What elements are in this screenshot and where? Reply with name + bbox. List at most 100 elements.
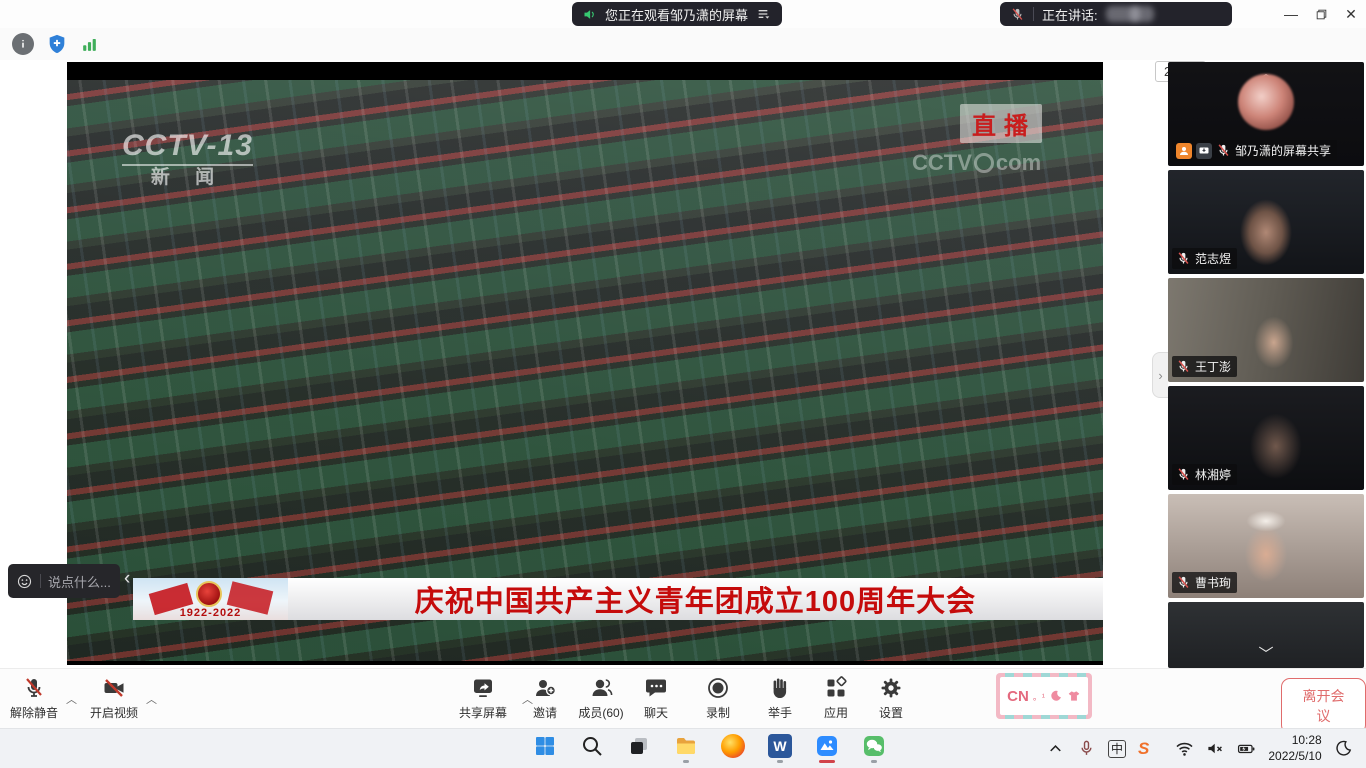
participant-tile[interactable]: 曹书珣	[1168, 494, 1364, 598]
participant-label: 邹乃潇的屏幕共享	[1172, 140, 1337, 161]
chat-collapse-icon[interactable]: ‹	[124, 568, 130, 590]
running-indicator	[683, 760, 689, 763]
running-indicator	[871, 760, 877, 763]
settings-button[interactable]: 设置	[863, 676, 919, 721]
close-button[interactable]: ✕	[1336, 0, 1366, 28]
participant-name: 林湘婷	[1195, 466, 1231, 483]
avatar	[1238, 74, 1294, 130]
title-bar: 您正在观看邹乃潇的屏幕 正在讲话: — ✕	[0, 0, 1366, 28]
speaking-label: 正在讲话:	[1042, 5, 1098, 24]
ime-punct-label: 。¹	[1033, 690, 1045, 703]
search-icon	[580, 734, 604, 758]
cctv-com-watermark: CCTV com	[912, 150, 1041, 176]
raise-hand-button[interactable]: 举手	[752, 676, 808, 721]
participant-name: 范志煜	[1195, 250, 1231, 267]
security-shield-icon[interactable]	[46, 33, 68, 60]
settings-gear-icon	[879, 676, 903, 700]
participant-label: 范志煜	[1172, 248, 1237, 269]
participant-tile[interactable]: 范志煜	[1168, 170, 1364, 274]
sogou-input-icon[interactable]: S	[1138, 739, 1149, 759]
restore-icon	[1315, 8, 1328, 21]
banner-title: 庆祝中国共产主义青年团成立100周年大会	[288, 578, 1103, 620]
meeting-app-icon	[815, 734, 839, 758]
record-button[interactable]: 录制	[690, 676, 746, 721]
youth-league-emblem: 1922-2022	[133, 578, 288, 620]
volume-muted-icon[interactable]	[1206, 739, 1225, 758]
chat-quick-input[interactable]: 说点什么...	[8, 564, 120, 598]
speaker-on-icon	[582, 7, 597, 22]
firefox-button[interactable]	[720, 733, 746, 759]
participant-label: 曹书珣	[1172, 572, 1237, 593]
share-screen-button[interactable]: 共享屏幕	[448, 676, 518, 721]
shirt-icon	[1067, 689, 1081, 703]
minimize-button[interactable]: —	[1276, 0, 1306, 28]
apps-icon	[824, 676, 848, 700]
scroll-down-icon[interactable]: ﹀	[1258, 647, 1273, 662]
ime-mode-indicator[interactable]: 中	[1108, 740, 1126, 758]
start-button[interactable]	[532, 733, 558, 759]
invite-button[interactable]: 邀请	[517, 676, 573, 721]
restore-button[interactable]	[1306, 0, 1336, 28]
divider	[1033, 7, 1034, 21]
cctv-ring-logo	[974, 153, 994, 173]
task-view-button[interactable]	[626, 733, 652, 759]
wifi-icon[interactable]	[1175, 739, 1194, 758]
meeting-app-button[interactable]	[814, 733, 840, 759]
live-badge: 直播	[960, 104, 1042, 143]
raise-hand-icon	[768, 676, 792, 700]
ime-indicator[interactable]: CN 。¹	[996, 673, 1092, 719]
camera-muted-icon	[102, 676, 126, 700]
windows-logo-icon	[533, 734, 557, 758]
meeting-status-bar: 28:29 演讲者视图 ▾	[0, 28, 1366, 60]
taskbar-date: 2022/5/10	[1268, 749, 1321, 765]
chat-placeholder: 说点什么...	[48, 572, 111, 591]
word-button[interactable]: W	[767, 733, 793, 759]
start-video-button[interactable]: 开启视频	[82, 676, 146, 721]
shared-screen-video: CCTV-13 新 闻 直播 CCTV com 1922-2022 庆祝中国共产…	[67, 62, 1103, 665]
participant-tile-screen-share[interactable]: ︿ 邹乃潇的屏幕共享	[1168, 62, 1364, 166]
info-icon[interactable]	[12, 33, 34, 55]
network-signal-icon[interactable]	[80, 35, 99, 59]
leave-meeting-button[interactable]: 离开会议	[1281, 678, 1366, 734]
speaking-pill: 正在讲话:	[1000, 2, 1232, 26]
broadcast-banner: 1922-2022 庆祝中国共产主义青年团成立100周年大会	[133, 578, 1103, 620]
watching-screen-pill[interactable]: 您正在观看邹乃潇的屏幕	[572, 2, 782, 26]
participant-name: 王丁澎	[1195, 358, 1231, 375]
share-screen-icon	[471, 676, 495, 700]
apps-button[interactable]: 应用	[808, 676, 864, 721]
ime-lang-label: CN	[1007, 688, 1029, 705]
battery-charging-icon[interactable]	[1237, 739, 1256, 758]
camera-options-chevron[interactable]: ︿	[146, 691, 157, 707]
running-indicator	[777, 760, 783, 763]
members-icon	[589, 676, 613, 700]
taskbar-clock[interactable]: 10:28 2022/5/10	[1268, 733, 1321, 764]
taskbar-search[interactable]	[579, 733, 605, 759]
mic-muted-icon	[1216, 143, 1231, 158]
anniversary-years: 1922-2022	[133, 607, 288, 619]
file-explorer-button[interactable]	[673, 733, 699, 759]
taskbar-time: 10:28	[1268, 733, 1321, 749]
word-icon: W	[768, 734, 792, 758]
mic-muted-icon	[22, 676, 46, 700]
mic-options-chevron[interactable]: ︿	[66, 691, 77, 707]
participant-tile[interactable]: 王丁澎	[1168, 278, 1364, 382]
menu-icon[interactable]	[756, 6, 772, 22]
participant-tile[interactable]: ﹀	[1168, 602, 1364, 668]
cctv13-watermark: CCTV-13 新 闻	[122, 130, 253, 187]
wechat-button[interactable]	[861, 733, 887, 759]
sidebar-collapse-handle[interactable]: ›	[1152, 352, 1168, 398]
system-tray: 中 S 10:28 2022/5/10	[1046, 733, 1353, 764]
participant-name: 曹书珣	[1195, 574, 1231, 591]
chat-button[interactable]: 聊天	[628, 676, 684, 721]
tray-mic-icon[interactable]	[1077, 739, 1096, 758]
mic-muted-icon	[1176, 467, 1191, 482]
members-button[interactable]: 成员(60)	[566, 676, 636, 721]
moon-icon	[1049, 689, 1063, 703]
participant-tile[interactable]: 林湘婷	[1168, 386, 1364, 490]
unmute-button[interactable]: 解除静音	[2, 676, 66, 721]
focus-assist-moon-icon[interactable]	[1334, 739, 1353, 758]
emoji-icon[interactable]	[16, 573, 33, 590]
wechat-icon	[862, 734, 886, 758]
participant-name: 邹乃潇的屏幕共享	[1235, 142, 1331, 159]
tray-chevron-up-icon[interactable]	[1046, 739, 1065, 758]
